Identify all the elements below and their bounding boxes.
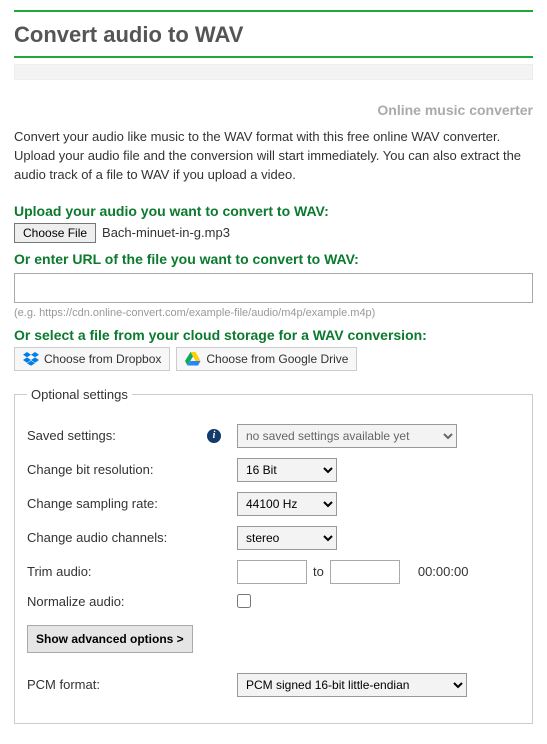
normalize-audio-label: Normalize audio: bbox=[27, 594, 237, 609]
sampling-rate-label: Change sampling rate: bbox=[27, 496, 237, 511]
audio-channels-select[interactable]: stereo bbox=[237, 526, 337, 550]
url-input[interactable] bbox=[14, 273, 533, 303]
intro-text: Convert your audio like music to the WAV… bbox=[14, 128, 533, 185]
trim-to-input[interactable] bbox=[330, 560, 400, 584]
dropbox-button[interactable]: Choose from Dropbox bbox=[14, 347, 170, 371]
upload-label: Upload your audio you want to convert to… bbox=[14, 203, 533, 219]
trim-to-word: to bbox=[313, 564, 324, 579]
optional-settings-group: Optional settings Saved settings: i no s… bbox=[14, 387, 533, 724]
sampling-rate-select[interactable]: 44100 Hz bbox=[237, 492, 337, 516]
pcm-format-label: PCM format: bbox=[27, 677, 237, 692]
divider-under-title bbox=[14, 56, 533, 58]
choose-file-button[interactable]: Choose File bbox=[14, 223, 96, 243]
divider-top bbox=[14, 10, 533, 12]
audio-channels-label: Change audio channels: bbox=[27, 530, 237, 545]
page-title: Convert audio to WAV bbox=[14, 18, 533, 50]
show-advanced-button[interactable]: Show advanced options > bbox=[27, 625, 193, 653]
trim-from-input[interactable] bbox=[237, 560, 307, 584]
google-drive-button-label: Choose from Google Drive bbox=[206, 352, 348, 366]
saved-settings-label: Saved settings: bbox=[27, 428, 237, 443]
dropbox-button-label: Choose from Dropbox bbox=[44, 352, 161, 366]
bit-resolution-select[interactable]: 16 Bit bbox=[237, 458, 337, 482]
trim-duration: 00:00:00 bbox=[418, 564, 469, 579]
info-icon[interactable]: i bbox=[207, 429, 221, 443]
dropbox-icon bbox=[23, 352, 39, 366]
subtitle: Online music converter bbox=[14, 102, 533, 118]
google-drive-button[interactable]: Choose from Google Drive bbox=[176, 347, 357, 371]
url-hint: (e.g. https://cdn.online-convert.com/exa… bbox=[14, 307, 533, 319]
google-drive-icon bbox=[185, 352, 201, 366]
url-label: Or enter URL of the file you want to con… bbox=[14, 251, 533, 267]
normalize-audio-checkbox[interactable] bbox=[237, 594, 251, 608]
pcm-format-select[interactable]: PCM signed 16-bit little-endian bbox=[237, 673, 467, 697]
subtitle-bar bbox=[14, 64, 533, 80]
trim-audio-label: Trim audio: bbox=[27, 564, 237, 579]
bit-resolution-label: Change bit resolution: bbox=[27, 462, 237, 477]
saved-settings-select[interactable]: no saved settings available yet bbox=[237, 424, 457, 448]
optional-legend: Optional settings bbox=[27, 387, 132, 402]
selected-file-name: Bach-minuet-in-g.mp3 bbox=[102, 225, 230, 240]
cloud-label: Or select a file from your cloud storage… bbox=[14, 327, 533, 343]
